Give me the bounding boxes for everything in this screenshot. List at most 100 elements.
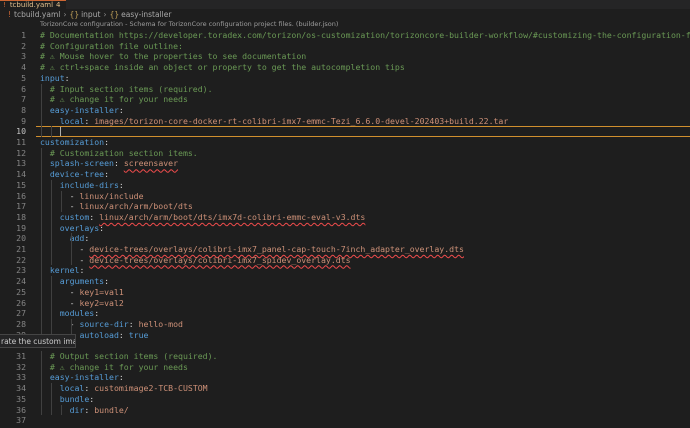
comment-token: # Customization section items. bbox=[49, 147, 198, 158]
line-code: # Documentation https://developer.torade… bbox=[40, 30, 690, 41]
code-line[interactable]: 27 modules: bbox=[0, 308, 690, 319]
line-number: 14 bbox=[16, 169, 26, 180]
comment-token: # ⚠ change it for your needs bbox=[49, 361, 188, 372]
text-cursor bbox=[59, 127, 61, 137]
line-code: # ⚠ change it for your needs bbox=[40, 94, 188, 105]
code-line[interactable]: 11 customization: bbox=[0, 137, 690, 148]
line-code: kernel: bbox=[40, 265, 85, 276]
schema-codelens[interactable]: TorizonCore configuration - Schema for T… bbox=[40, 20, 338, 29]
key-token: dir bbox=[69, 404, 85, 415]
code-line[interactable]: 5 input: bbox=[0, 73, 690, 84]
line-code: # ⚠ change it for your needs bbox=[40, 362, 188, 373]
line-code: dir: bundle/ bbox=[40, 405, 129, 416]
key-token: arguments bbox=[59, 276, 105, 287]
key-token: easy-installer bbox=[49, 372, 119, 383]
code-line[interactable]: 28 - source-dir: hello-mod bbox=[0, 319, 690, 330]
line-code: - linux/arch/arm/boot/dts bbox=[40, 201, 193, 212]
key-token: autoload bbox=[79, 329, 119, 340]
line-code: modules: bbox=[40, 308, 99, 319]
key-token: source-dir bbox=[79, 318, 129, 329]
line-code: input: bbox=[40, 73, 70, 84]
code-line[interactable]: 23 kernel: bbox=[0, 265, 690, 276]
indent-guide bbox=[50, 383, 52, 416]
indent-guide bbox=[60, 190, 62, 212]
code-line[interactable]: 21 - device-trees/overlays/colibri-imx7_… bbox=[0, 244, 690, 255]
breadcrumb-input[interactable]: input bbox=[81, 10, 100, 19]
line-number: 11 bbox=[16, 137, 26, 147]
code-line[interactable]: 19 overlays: bbox=[0, 223, 690, 234]
punct-token bbox=[40, 180, 60, 190]
code-line[interactable]: 12 # Customization section items. bbox=[0, 148, 690, 159]
code-line[interactable]: 3 # ⚠ Mouse hover to the properties to se… bbox=[0, 51, 690, 62]
line-number: 13 bbox=[16, 158, 26, 169]
hover-tooltip: rate the custom image bbox=[0, 334, 76, 348]
code-line[interactable]: 9 local: images/torizon-core-docker-rt-c… bbox=[0, 116, 690, 127]
line-code: device-tree: bbox=[40, 169, 109, 180]
code-line[interactable]: 22 - device-trees/overlays/colibri-imx7_… bbox=[0, 255, 690, 266]
code-line[interactable]: 32 # ⚠ change it for your needs bbox=[0, 362, 690, 373]
line-code: # ⚠ Mouse hover to the properties to see… bbox=[40, 51, 306, 62]
code-line[interactable]: 15 include-dirs: bbox=[0, 180, 690, 191]
line-number: 9 bbox=[21, 115, 26, 126]
code-line[interactable]: 25 - key1=val1 bbox=[0, 287, 690, 298]
code-line[interactable]: 35 bundle: bbox=[0, 394, 690, 405]
code-line[interactable]: 20 add: bbox=[0, 233, 690, 244]
code-line[interactable]: 26 - key2=val2 bbox=[0, 298, 690, 309]
line-number: 3 bbox=[21, 51, 26, 62]
code-line[interactable]: 7 # ⚠ change it for your needs bbox=[0, 94, 690, 105]
code-line[interactable]: 33 easy-installer: bbox=[0, 372, 690, 383]
tab-tcbuild-yaml[interactable]: ! tcbuild.yaml 4 bbox=[0, 0, 66, 9]
code-line[interactable]: 10 bbox=[0, 126, 690, 137]
line-number: 12 bbox=[16, 147, 26, 158]
value-token: linux/include bbox=[79, 190, 144, 201]
line-code: - device-trees/overlays/colibri-imx7_pan… bbox=[40, 244, 464, 255]
line-code: include-dirs: bbox=[40, 180, 124, 191]
code-line[interactable]: 18 custom: linux/arch/arm/boot/dts/imx7d… bbox=[0, 212, 690, 223]
code-line[interactable]: 34 local: customimage2-TCB-CUSTOM bbox=[0, 383, 690, 394]
line-number: 20 bbox=[16, 233, 26, 244]
code-editor[interactable]: 1 # Documentation https://developer.torad… bbox=[0, 30, 690, 428]
punct-token: - bbox=[40, 244, 90, 254]
code-line[interactable]: 1 # Documentation https://developer.torad… bbox=[0, 30, 690, 41]
value-token: bundle/ bbox=[94, 404, 129, 415]
breadcrumb-easy-installer[interactable]: easy-installer bbox=[121, 10, 171, 19]
code-line[interactable]: 31 # Output section items (required). bbox=[0, 351, 690, 362]
key-token: kernel bbox=[49, 265, 80, 276]
value-token: key1=val1 bbox=[79, 286, 124, 297]
line-code: overlays: bbox=[40, 223, 104, 234]
line-code: custom: linux/arch/arm/boot/dts/imx7d-co… bbox=[40, 212, 366, 223]
line-number: 36 bbox=[16, 404, 26, 415]
line-number: 1 bbox=[21, 30, 26, 40]
code-line[interactable]: 8 easy-installer: bbox=[0, 105, 690, 116]
code-line[interactable]: 13 splash-screen: screensaver bbox=[0, 158, 690, 169]
code-line[interactable]: 14 device-tree: bbox=[0, 169, 690, 180]
object-icon: {} bbox=[109, 10, 120, 19]
punct-token bbox=[40, 276, 60, 286]
breadcrumb-file[interactable]: tcbuild.yaml bbox=[14, 10, 60, 19]
code-line[interactable]: 30 bbox=[0, 340, 690, 351]
line-code: - key1=val1 bbox=[40, 287, 124, 298]
punct-token: - bbox=[40, 318, 80, 329]
key-token: input bbox=[40, 72, 65, 83]
indent-guide bbox=[50, 179, 52, 266]
code-line[interactable]: 17 - linux/arch/arm/boot/dts bbox=[0, 201, 690, 212]
indent-guide bbox=[41, 83, 42, 137]
code-line[interactable]: 4 # ⚠ ctrl+space inside an object or prop… bbox=[0, 62, 690, 73]
code-line[interactable]: 29 autoload: true bbox=[0, 330, 690, 341]
line-number: 8 bbox=[21, 104, 26, 115]
tab-label: tcbuild.yaml bbox=[9, 1, 54, 9]
code-line[interactable]: 16 - linux/include bbox=[0, 191, 690, 202]
code-line[interactable]: 2 # Configuration file outline: bbox=[0, 41, 690, 52]
punct-token bbox=[40, 212, 60, 222]
code-line[interactable]: 36 dir: bundle/ bbox=[0, 405, 690, 416]
code-line[interactable]: 24 arguments: bbox=[0, 276, 690, 287]
comment-token: # Input section items (required). bbox=[49, 83, 213, 94]
line-number: 37 bbox=[16, 415, 26, 426]
punct-token: : bbox=[118, 104, 124, 115]
code-line[interactable]: 37 bbox=[0, 415, 690, 426]
code-line[interactable]: 6 # Input section items (required). bbox=[0, 84, 690, 95]
punct-token bbox=[40, 308, 60, 318]
punct-token: : bbox=[118, 329, 129, 340]
punct-token: : bbox=[64, 72, 70, 83]
line-code: easy-installer: bbox=[40, 105, 124, 116]
